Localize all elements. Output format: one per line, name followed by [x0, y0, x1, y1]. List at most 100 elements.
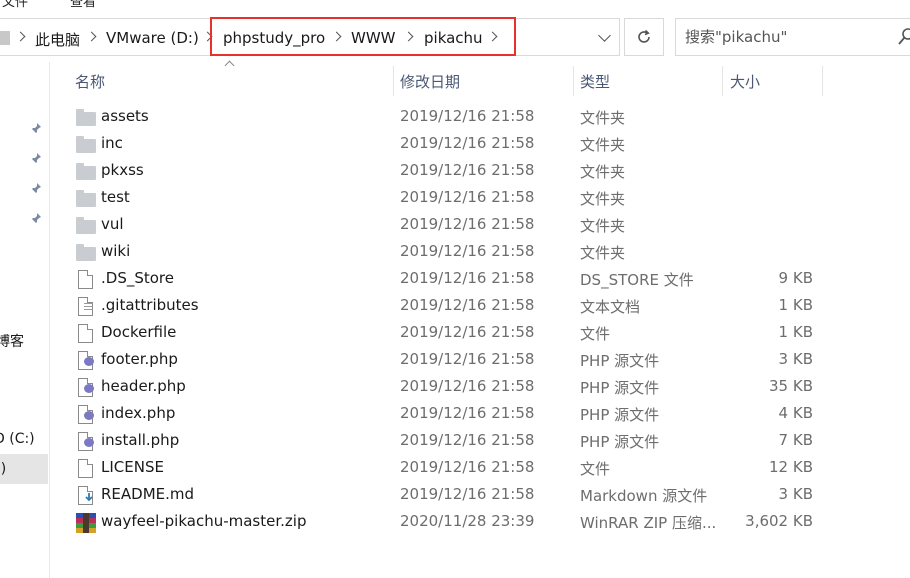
file-name: .gitattributes [101, 296, 199, 314]
file-row[interactable]: .gitattributes 2019/12/16 21:58 文本文档 1 KB [50, 293, 910, 320]
folder-icon [76, 243, 96, 263]
file-size: 4 KB [778, 404, 813, 422]
refresh-button[interactable] [624, 18, 664, 56]
pin-icon[interactable] [30, 122, 44, 136]
folder-icon [76, 135, 96, 155]
file-type: 文件夹 [580, 109, 626, 127]
nav-item-drive-d[interactable]: :) [0, 461, 6, 477]
column-header-type[interactable]: 类型 [580, 71, 610, 101]
column-divider[interactable] [822, 66, 823, 96]
address-row: 此电脑 VMware (D:) phpstudy_pro WWW pikachu [0, 14, 910, 62]
file-type: PHP 源文件 [580, 352, 660, 370]
folder-icon [76, 216, 96, 236]
nav-item-drive-c[interactable]: D (C:) [0, 431, 35, 447]
nav-item-blog[interactable]: 博客 [0, 331, 24, 351]
file-row[interactable]: install.php 2019/12/16 21:58 PHP 源文件 7 KB [50, 428, 910, 455]
file-name: inc [101, 134, 123, 152]
nav-item-selected-bg [0, 454, 48, 484]
sort-ascending-icon [224, 60, 236, 68]
file-name: assets [101, 107, 149, 125]
markdown-file-icon [76, 486, 96, 506]
file-row[interactable]: inc 2019/12/16 21:58 文件夹 [50, 131, 910, 158]
file-row[interactable]: Dockerfile 2019/12/16 21:58 文件 1 KB [50, 320, 910, 347]
file-row[interactable]: vul 2019/12/16 21:58 文件夹 [50, 212, 910, 239]
file-row[interactable]: LICENSE 2019/12/16 21:58 文件 12 KB [50, 455, 910, 482]
file-type: Markdown 源文件 [580, 487, 708, 505]
file-date-modified: 2019/12/16 21:58 [400, 134, 535, 152]
search-box[interactable] [675, 18, 910, 56]
file-name: test [101, 188, 130, 206]
file-date-modified: 2019/12/16 21:58 [400, 242, 535, 260]
file-row[interactable]: wayfeel-pikachu-master.zip 2020/11/28 23:… [50, 509, 910, 536]
file-row[interactable]: pkxss 2019/12/16 21:58 文件夹 [50, 158, 910, 185]
this-pc-icon [0, 31, 10, 45]
breadcrumb-www[interactable]: WWW [351, 29, 396, 47]
file-row[interactable]: test 2019/12/16 21:58 文件夹 [50, 185, 910, 212]
file-name: header.php [101, 377, 186, 395]
file-row[interactable]: index.php 2019/12/16 21:58 PHP 源文件 4 KB [50, 401, 910, 428]
file-type: 文件 [580, 460, 611, 478]
breadcrumb-phpstudy-pro[interactable]: phpstudy_pro [223, 29, 325, 47]
file-name: index.php [101, 404, 176, 422]
file-date-modified: 2019/12/16 21:58 [400, 323, 535, 341]
file-name: install.php [101, 431, 180, 449]
address-bar[interactable]: 此电脑 VMware (D:) phpstudy_pro WWW pikachu [0, 18, 620, 56]
ribbon-tab-file[interactable]: 文件 [2, 0, 28, 8]
file-type: 文件夹 [580, 217, 626, 235]
file-date-modified: 2019/12/16 21:58 [400, 269, 535, 287]
file-type: 文件 [580, 325, 611, 343]
file-size: 1 KB [778, 296, 813, 314]
file-name: pkxss [101, 161, 144, 179]
chevron-right-icon[interactable] [203, 30, 213, 44]
breadcrumb-this-pc[interactable]: 此电脑 [35, 29, 80, 50]
chevron-right-icon[interactable] [87, 30, 97, 44]
search-input[interactable] [685, 28, 885, 46]
file-icon [76, 270, 96, 290]
chevron-right-icon[interactable] [332, 30, 342, 44]
file-type: PHP 源文件 [580, 433, 660, 451]
pin-icon[interactable] [30, 212, 44, 226]
breadcrumb-drive-d[interactable]: VMware (D:) [106, 29, 199, 47]
chevron-right-icon[interactable] [488, 30, 498, 44]
file-row[interactable]: header.php 2019/12/16 21:58 PHP 源文件 35 KB [50, 374, 910, 401]
file-type: PHP 源文件 [580, 379, 660, 397]
folder-icon [76, 108, 96, 128]
pin-icon[interactable] [30, 182, 44, 196]
column-header-name[interactable]: 名称 [75, 71, 105, 101]
file-name: README.md [101, 485, 195, 503]
column-divider[interactable] [722, 66, 723, 96]
chevron-right-icon[interactable] [16, 30, 26, 44]
column-divider[interactable] [393, 66, 394, 96]
refresh-icon [638, 29, 650, 43]
breadcrumb-pikachu[interactable]: pikachu [424, 29, 483, 47]
file-date-modified: 2019/12/16 21:58 [400, 296, 535, 314]
file-row[interactable]: README.md 2019/12/16 21:58 Markdown 源文件 3 K… [50, 482, 910, 509]
file-name: wayfeel-pikachu-master.zip [101, 512, 307, 530]
file-row[interactable]: assets 2019/12/16 21:58 文件夹 [50, 104, 910, 131]
file-name: LICENSE [101, 458, 164, 476]
column-header-size[interactable]: 大小 [730, 71, 760, 101]
address-history-chevron-down-icon[interactable] [595, 31, 615, 45]
ribbon-strip: 文件 查看 [0, 0, 910, 8]
file-date-modified: 2019/12/16 21:58 [400, 161, 535, 179]
file-date-modified: 2019/12/16 21:58 [400, 431, 535, 449]
file-name: vul [101, 215, 124, 233]
pin-icon[interactable] [30, 152, 44, 166]
file-row[interactable]: wiki 2019/12/16 21:58 文件夹 [50, 239, 910, 266]
file-type: PHP 源文件 [580, 406, 660, 424]
chevron-right-icon[interactable] [404, 30, 414, 44]
file-size: 9 KB [778, 269, 813, 287]
file-row[interactable]: .DS_Store 2019/12/16 21:58 DS_STORE 文件 9 KB [50, 266, 910, 293]
file-date-modified: 2019/12/16 21:58 [400, 107, 535, 125]
search-icon[interactable] [898, 28, 910, 46]
file-type: WinRAR ZIP 压缩... [580, 514, 717, 532]
ribbon-tab-view[interactable]: 查看 [70, 0, 96, 8]
file-date-modified: 2019/12/16 21:58 [400, 485, 535, 503]
winrar-zip-icon [76, 513, 96, 533]
file-type: DS_STORE 文件 [580, 271, 694, 289]
column-header-date[interactable]: 修改日期 [400, 71, 460, 101]
column-divider[interactable] [573, 66, 574, 96]
file-row[interactable]: footer.php 2019/12/16 21:58 PHP 源文件 3 KB [50, 347, 910, 374]
php-file-icon [76, 432, 96, 452]
file-size: 12 KB [769, 458, 813, 476]
